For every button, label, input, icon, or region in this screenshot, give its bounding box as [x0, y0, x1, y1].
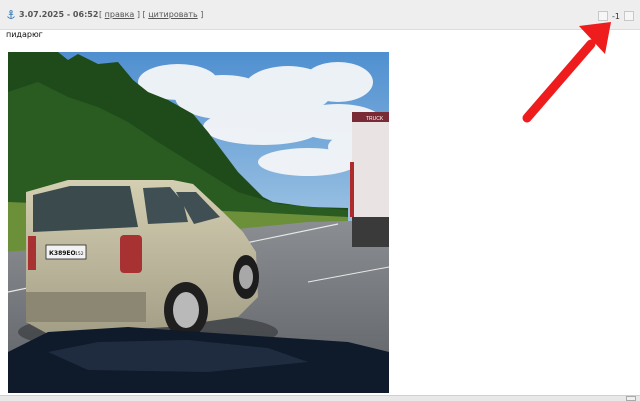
red-arrow-annotation: [522, 22, 611, 123]
post-photo[interactable]: TRUCK К389ЕО 152: [8, 52, 389, 393]
footer-corner-button[interactable]: [626, 396, 636, 401]
post-actions: [ правка ] [ цитировать ]: [99, 10, 203, 19]
post-text: пидарюг: [6, 30, 43, 39]
edit-link[interactable]: правка: [105, 10, 135, 19]
dashcam-image: TRUCK К389ЕО 152: [8, 52, 389, 393]
truck-label: TRUCK: [366, 116, 384, 122]
plate-region: 152: [75, 251, 84, 257]
post-footer: [0, 395, 640, 401]
bracket-separator: ] [: [136, 10, 146, 19]
bracket-close: ]: [200, 10, 204, 19]
plate-number: К389ЕО: [49, 250, 76, 257]
anchor-icon[interactable]: [6, 10, 16, 20]
post-date: 3.07.2025 - 06:52: [19, 10, 99, 19]
bracket-open: [: [99, 10, 103, 19]
vote-up-button[interactable]: [623, 11, 634, 21]
quote-link[interactable]: цитировать: [148, 10, 197, 19]
